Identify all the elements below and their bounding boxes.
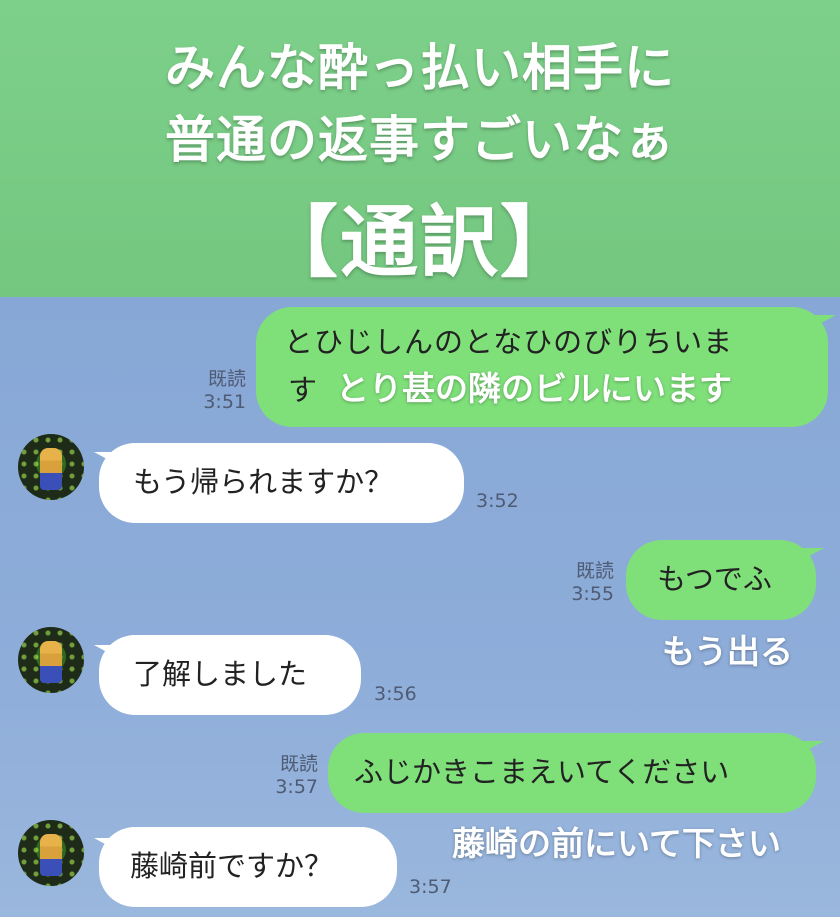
message-text: 藤崎前ですか？ (130, 849, 334, 883)
translation-caption: とり甚の隣のビルにいます (336, 369, 732, 408)
chat-thread[interactable]: 既読 3:51 とひじしんのとなひのびりちいま す とり甚の隣のビルにいます も… (0, 297, 840, 917)
read-receipt: 既読 (575, 560, 614, 582)
message-text: とひじしんのとなひのびりちいま (284, 325, 734, 359)
incoming-message-bubble[interactable]: 了解しました (99, 635, 361, 715)
banner-title-line-2: 普通の返事すごいなぁ (165, 111, 675, 169)
message-5-status: 既読 3:57 (262, 753, 318, 799)
incoming-message-bubble[interactable]: 藤崎前ですか？ (99, 827, 397, 907)
bubble-tail (802, 548, 824, 560)
avatar[interactable] (18, 627, 84, 693)
title-banner: みんな酔っ払い相手に 普通の返事すごいなぁ 【通訳】 (0, 0, 840, 297)
message-time: 3:51 (203, 391, 246, 413)
message-text: 了解しました (133, 657, 308, 691)
message-time: 3:55 (571, 583, 614, 605)
avatar[interactable] (18, 820, 84, 886)
read-receipt: 既読 (279, 753, 318, 775)
message-text-continued: す (288, 373, 318, 407)
message-time: 3:57 (275, 776, 318, 798)
outgoing-message-bubble[interactable]: もつでふ (626, 540, 816, 620)
banner-title-line-1: みんな酔っ払い相手に (165, 39, 675, 97)
message-text: もつでふ (657, 562, 772, 596)
message-1-status: 既読 3:51 (190, 368, 246, 414)
message-time: 3:52 (476, 490, 519, 512)
outgoing-message-bubble[interactable]: とひじしんのとなひのびりちいま す とり甚の隣のビルにいます (256, 307, 828, 427)
message-text: ふじかきこまえいてください (354, 755, 730, 789)
message-time: 3:57 (409, 876, 452, 898)
message-time: 3:56 (374, 683, 417, 705)
read-receipt: 既読 (207, 368, 246, 390)
translation-caption: 藤崎の前にいて下さい (452, 824, 782, 863)
outgoing-message-bubble[interactable]: ふじかきこまえいてください (328, 733, 816, 813)
banner-title-line-3: 【通訳】 (259, 198, 580, 288)
translation-caption: もう出る (662, 632, 794, 671)
message-3-status: 既読 3:55 (558, 560, 614, 606)
message-text: もう帰られますか？ (133, 465, 394, 499)
avatar[interactable] (18, 434, 84, 500)
incoming-message-bubble[interactable]: もう帰られますか？ (99, 443, 464, 523)
bubble-tail (814, 315, 836, 327)
bubble-tail (802, 741, 824, 753)
